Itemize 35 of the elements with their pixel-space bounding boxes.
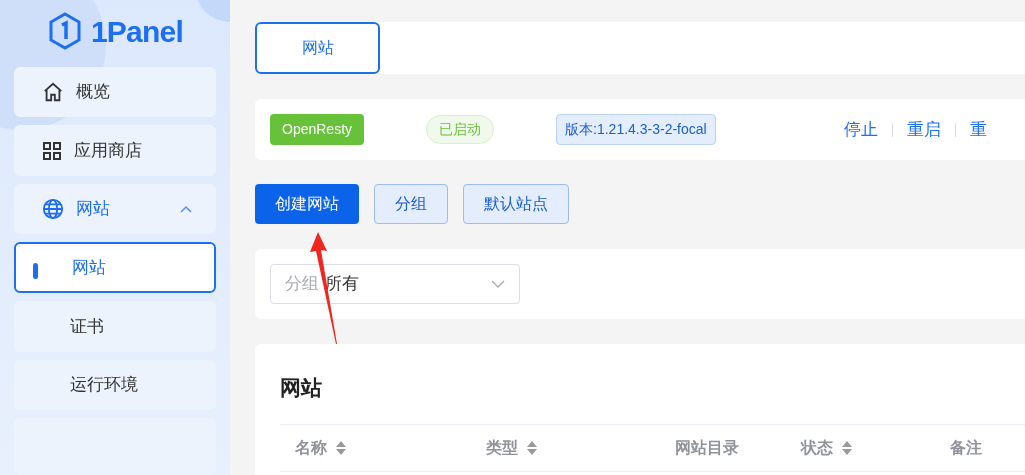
column-header[interactable]: 状态 [801, 436, 951, 460]
tab[interactable]: 网站 [255, 22, 380, 74]
globe-icon [42, 197, 64, 220]
submenu-item[interactable]: 运行环境 [14, 359, 216, 410]
home-icon [42, 81, 64, 104]
menu-item[interactable]: 应用商店 [14, 125, 216, 176]
active-indicator [33, 263, 38, 280]
submenu-item[interactable]: 证书 [14, 301, 216, 352]
logo-text: 1Panel [90, 13, 184, 50]
action-button[interactable]: 默认站点 [463, 184, 569, 224]
menu-item[interactable]: 网站 [14, 183, 216, 235]
sort-icon[interactable] [841, 440, 853, 456]
action-link[interactable]: 重 [969, 116, 987, 143]
select-value: 所有 [325, 273, 360, 296]
menu-item[interactable]: 概览 [14, 66, 216, 118]
select-label: 分组 [285, 273, 319, 296]
app-tag: OpenResty [270, 114, 365, 145]
table-title: 网站 [280, 375, 323, 401]
chevron-down-icon [491, 280, 505, 288]
chevron-icon[interactable] [180, 204, 192, 213]
group-select[interactable]: 分组 所有 [270, 264, 520, 304]
status-tag: 已启动 [426, 115, 495, 144]
sort-icon[interactable] [526, 440, 539, 456]
version-tag: 版本:1.21.4.3-3-2-focal [556, 114, 716, 145]
action-link[interactable]: 停止 [843, 116, 878, 143]
action-link[interactable]: 重启 [906, 116, 941, 143]
action-button[interactable]: 分组 [374, 184, 448, 224]
action-button[interactable]: 创建网站 [255, 184, 359, 224]
submenu-item[interactable]: 网站 [14, 242, 216, 294]
column-header[interactable]: 名称 [295, 436, 487, 460]
sort-icon[interactable] [335, 440, 347, 456]
grid-icon [42, 140, 62, 161]
column-header[interactable]: 网站目录 [675, 436, 801, 460]
column-header[interactable]: 备注 [950, 436, 1025, 460]
column-header[interactable]: 类型 [486, 436, 676, 460]
